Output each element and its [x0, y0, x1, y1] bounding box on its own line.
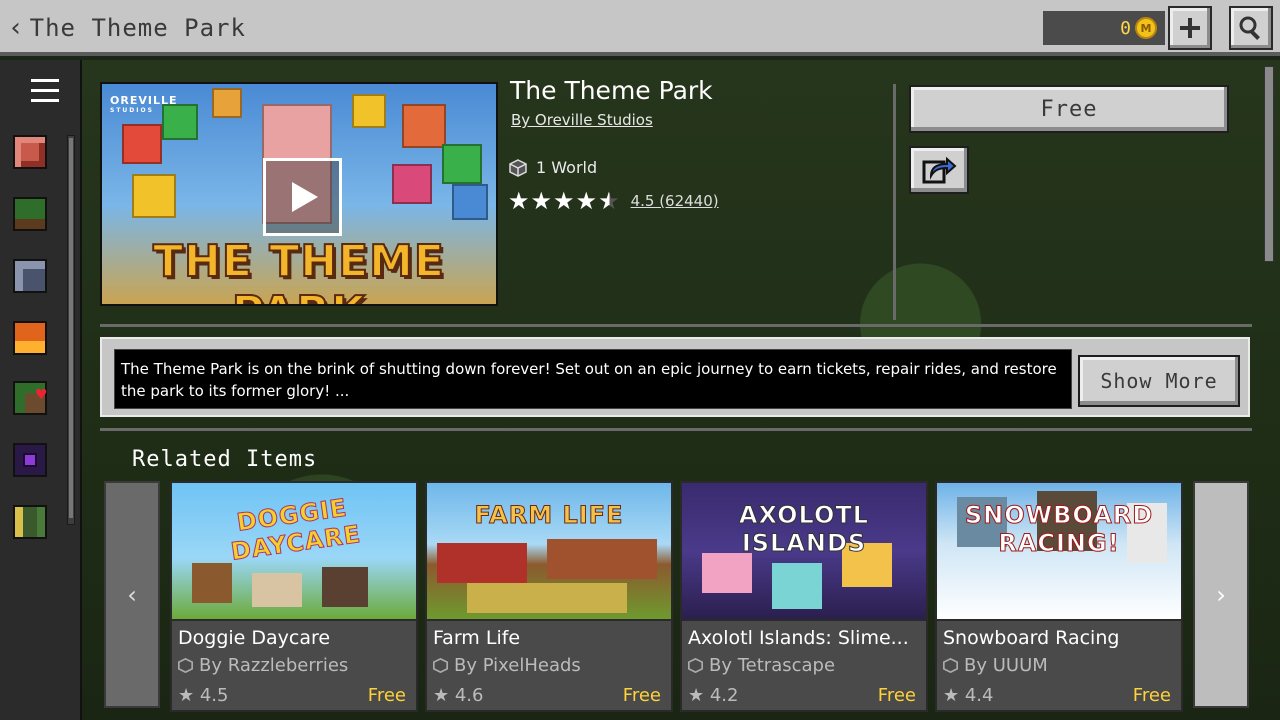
plus-icon	[1180, 18, 1200, 38]
sidebar-scrollbar[interactable]	[67, 135, 75, 525]
cube-icon	[178, 658, 193, 673]
item-rating: ★ 4.6	[433, 685, 484, 706]
item-price: Free	[1132, 685, 1171, 706]
item-name: Doggie Daycare	[178, 627, 331, 649]
sidebar-item-villager-pack[interactable]: ♥	[13, 381, 48, 415]
share-icon	[922, 156, 957, 184]
show-more-button[interactable]: Show More	[1078, 355, 1240, 407]
sidebar-item-realms[interactable]	[13, 197, 47, 231]
item-name: Snowboard Racing	[943, 627, 1120, 649]
carousel-next-button[interactable]: ›	[1193, 481, 1249, 708]
back-button[interactable]: ‹ The Theme Park	[8, 8, 246, 48]
chevron-left-icon: ‹	[127, 580, 137, 609]
related-item-card[interactable]: AXOLOTL ISLANDS Axolotl Islands: Slime..…	[680, 481, 928, 712]
related-items-heading: Related Items	[132, 447, 318, 472]
item-rating: ★ 4.4	[943, 685, 994, 706]
search-button[interactable]	[1229, 6, 1273, 50]
world-count-label: 1 World	[536, 158, 598, 177]
cube-icon	[688, 658, 703, 673]
cube-icon	[509, 158, 527, 177]
main-scrollbar[interactable]	[1264, 66, 1274, 262]
related-item-card[interactable]: FARM LIFE Farm Life By PixelHeads ★ 4.6 …	[425, 481, 673, 712]
item-thumbnail: DOGGIE DAYCARE	[172, 483, 416, 621]
play-icon	[291, 182, 318, 212]
item-price: Free	[622, 685, 661, 706]
heart-icon: ♥	[35, 387, 48, 403]
sidebar-item-portal-pack[interactable]	[13, 443, 47, 477]
sidebar-item-character-creator[interactable]	[13, 135, 47, 169]
coin-balance[interactable]: 0 M	[1043, 11, 1165, 45]
product-key-art[interactable]: OREVILLESTUDIOS THE THEME PARK	[100, 82, 498, 306]
chevron-left-icon: ‹	[8, 13, 24, 43]
section-divider	[100, 428, 1252, 431]
carousel-prev-button[interactable]: ‹	[104, 481, 160, 708]
item-thumbnail: FARM LIFE	[427, 483, 671, 621]
item-price: Free	[877, 685, 916, 706]
creator-link[interactable]: By Oreville Studios	[511, 111, 653, 129]
top-bar: ‹ The Theme Park 0 M	[0, 0, 1280, 56]
item-author: By UUUM	[943, 655, 1048, 676]
rating-stars-icon: ★★★★★	[508, 187, 621, 215]
description-text: The Theme Park is on the brink of shutti…	[114, 349, 1072, 409]
item-name: Farm Life	[433, 627, 521, 649]
add-coins-button[interactable]	[1168, 6, 1212, 50]
coin-count: 0	[1120, 17, 1131, 39]
sidebar-item-library[interactable]	[13, 505, 47, 539]
world-count: 1 World	[509, 158, 597, 177]
page-title: The Theme Park	[29, 14, 246, 42]
related-item-card[interactable]: SNOWBOARD RACING! Snowboard Racing By UU…	[935, 481, 1183, 712]
item-thumbnail: SNOWBOARD RACING!	[937, 483, 1181, 621]
item-thumbnail: AXOLOTL ISLANDS	[682, 483, 926, 621]
item-author: By PixelHeads	[433, 655, 581, 676]
sidebar-item-marketplace[interactable]	[13, 259, 47, 293]
hamburger-menu-icon[interactable]	[31, 79, 59, 103]
item-author: By Tetrascape	[688, 655, 835, 676]
sidebar-item-fire-pack[interactable]	[13, 321, 47, 355]
left-sidebar: ♥	[0, 60, 82, 720]
item-author: By Razzleberries	[178, 655, 348, 676]
play-trailer-button[interactable]	[263, 158, 342, 236]
item-rating: ★ 4.5	[178, 685, 229, 706]
minecoin-icon: M	[1135, 17, 1157, 39]
product-title: The Theme Park	[510, 76, 713, 105]
get-free-button[interactable]: Free	[909, 85, 1229, 133]
chevron-right-icon: ›	[1216, 580, 1226, 609]
section-divider	[100, 324, 1252, 327]
description-panel: The Theme Park is on the brink of shutti…	[100, 337, 1250, 417]
product-rating: ★★★★★ 4.5 (62440)	[508, 187, 719, 215]
vertical-divider	[893, 84, 896, 320]
rating-link[interactable]: 4.5 (62440)	[631, 192, 719, 210]
multiplayer-cube-icon	[943, 658, 958, 673]
item-price: Free	[367, 685, 406, 706]
related-item-card[interactable]: DOGGIE DAYCARE Doggie Daycare By Razzleb…	[170, 481, 418, 712]
share-button[interactable]	[909, 146, 969, 194]
item-name: Axolotl Islands: Slime...	[688, 627, 909, 649]
publisher-logo: OREVILLE STUDIOS	[110, 94, 178, 114]
item-rating: ★ 4.2	[688, 685, 739, 706]
search-icon	[1239, 16, 1260, 40]
key-art-title: THE THEME PARK	[152, 235, 445, 304]
cube-icon	[433, 658, 448, 673]
